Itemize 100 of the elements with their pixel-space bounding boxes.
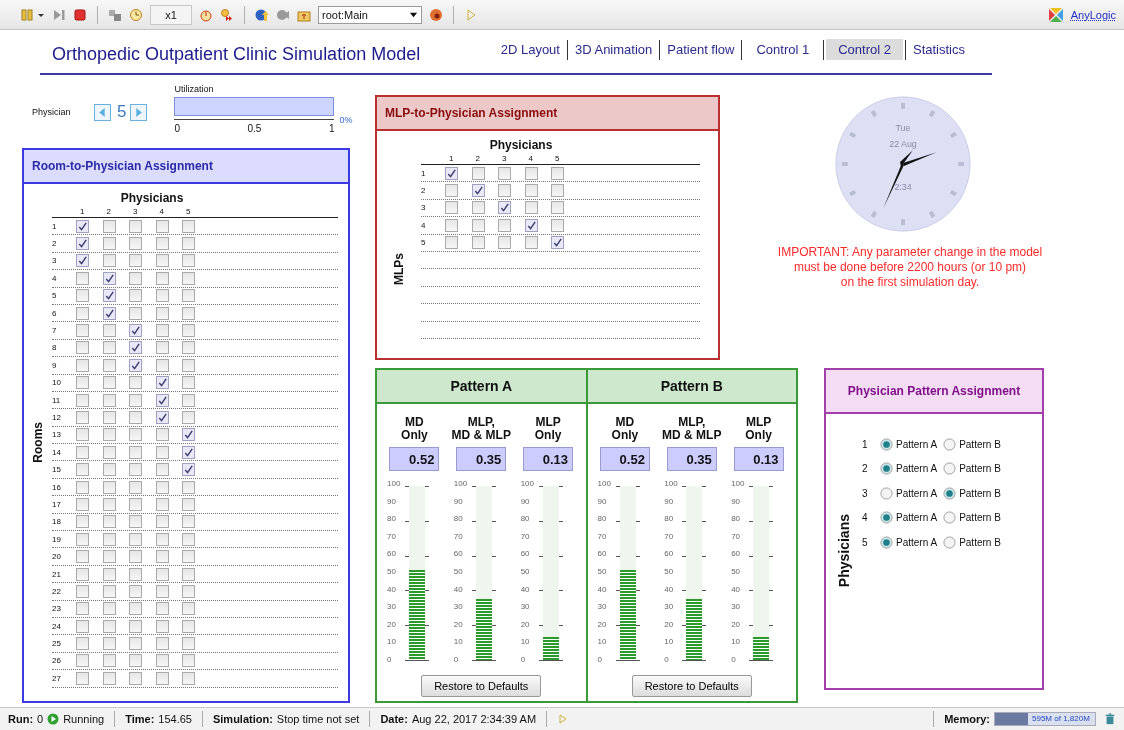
radio-button[interactable] [880, 462, 893, 476]
checkbox[interactable] [129, 637, 142, 651]
checkbox[interactable] [155, 619, 169, 633]
tab[interactable]: Control 1 [744, 39, 822, 60]
checkbox[interactable] [182, 219, 195, 233]
checkbox[interactable] [182, 341, 195, 355]
checkbox[interactable] [524, 201, 538, 215]
checkbox[interactable] [182, 584, 195, 598]
checkbox[interactable] [445, 166, 458, 180]
checkbox[interactable] [76, 550, 89, 564]
checkbox[interactable] [102, 671, 116, 685]
checkbox[interactable] [471, 236, 485, 250]
checkbox[interactable] [155, 219, 169, 233]
checkbox[interactable] [129, 219, 142, 233]
step-icon[interactable] [52, 7, 66, 22]
checkbox[interactable] [102, 254, 116, 268]
tab[interactable]: 3D Animation [569, 39, 658, 60]
checkbox[interactable] [102, 532, 116, 546]
checkbox[interactable] [76, 671, 89, 685]
checkbox[interactable] [155, 602, 169, 616]
checkbox[interactable] [155, 411, 169, 424]
checkbox[interactable] [129, 428, 142, 442]
checkbox[interactable] [129, 497, 142, 511]
checkbox[interactable] [76, 393, 89, 407]
checkbox[interactable] [102, 550, 116, 564]
checkbox[interactable] [76, 306, 89, 320]
checkbox[interactable] [551, 236, 564, 250]
tab[interactable]: Statistics [908, 39, 970, 60]
checkbox[interactable] [155, 341, 169, 355]
value-field[interactable]: 0.52 [599, 447, 650, 471]
checkbox[interactable] [182, 515, 195, 529]
checkbox[interactable] [445, 218, 458, 232]
checkbox[interactable] [155, 445, 169, 459]
checkbox[interactable] [524, 236, 538, 250]
stop-icon[interactable] [73, 7, 87, 22]
radio-button[interactable] [880, 511, 893, 525]
checkbox[interactable] [102, 237, 116, 251]
checkbox[interactable] [551, 201, 564, 215]
checkbox[interactable] [76, 358, 89, 372]
checkbox[interactable] [102, 445, 116, 459]
checkbox[interactable] [129, 532, 142, 546]
checkbox[interactable] [102, 411, 116, 424]
checkbox[interactable] [129, 306, 142, 320]
checkbox[interactable] [182, 619, 195, 633]
checkbox[interactable] [551, 166, 564, 180]
blocks-icon[interactable] [108, 7, 122, 22]
checkbox[interactable] [129, 376, 142, 390]
restore-defaults-button[interactable]: Restore to Defaults [421, 675, 542, 697]
checkbox[interactable] [76, 237, 89, 251]
checkbox[interactable] [102, 515, 116, 529]
checkbox[interactable] [551, 184, 564, 198]
checkbox[interactable] [76, 428, 89, 442]
checkbox[interactable] [155, 271, 169, 285]
checkbox[interactable] [182, 654, 195, 668]
value-field[interactable]: 0.35 [456, 447, 507, 471]
checkbox[interactable] [155, 654, 169, 668]
checkbox[interactable] [102, 376, 116, 390]
checkbox[interactable] [102, 428, 116, 442]
brand-link[interactable]: AnyLogic [1070, 8, 1116, 21]
play-icon[interactable] [464, 7, 478, 22]
option-label[interactable]: Pattern A [896, 487, 938, 499]
checkbox[interactable] [182, 428, 195, 442]
checkbox[interactable] [102, 567, 116, 581]
checkbox[interactable] [182, 324, 195, 338]
checkbox[interactable] [155, 428, 169, 442]
checkbox[interactable] [76, 341, 89, 355]
radio-button[interactable] [880, 437, 893, 451]
checkbox[interactable] [102, 602, 116, 616]
restore-defaults-button[interactable]: Restore to Defaults [631, 675, 752, 697]
checkbox[interactable] [182, 671, 195, 685]
checkbox[interactable] [498, 184, 511, 198]
checkbox[interactable] [182, 497, 195, 511]
checkbox[interactable] [129, 411, 142, 424]
checkbox[interactable] [182, 637, 195, 651]
tab[interactable]: 2D Layout [495, 39, 565, 60]
option-label[interactable]: Pattern B [959, 438, 1001, 450]
checkbox[interactable] [76, 602, 89, 616]
checkbox[interactable] [102, 219, 116, 233]
tab[interactable]: Control 2 [826, 39, 903, 60]
checkbox[interactable] [76, 654, 89, 668]
checkbox[interactable] [76, 463, 89, 477]
checkbox[interactable] [445, 236, 458, 250]
trash-icon[interactable] [1104, 713, 1116, 725]
checkbox[interactable] [76, 532, 89, 546]
option-label[interactable]: Pattern A [896, 536, 938, 548]
checkbox[interactable] [155, 550, 169, 564]
checkbox[interactable] [102, 654, 116, 668]
checkbox[interactable] [129, 550, 142, 564]
checkbox[interactable] [129, 619, 142, 633]
checkbox[interactable] [102, 480, 116, 494]
checkbox[interactable] [155, 324, 169, 338]
checkbox[interactable] [76, 480, 89, 494]
checkbox[interactable] [155, 306, 169, 320]
value-field[interactable]: 0.35 [666, 447, 717, 471]
checkbox[interactable] [155, 358, 169, 372]
checkbox[interactable] [498, 218, 511, 232]
checkbox[interactable] [471, 201, 485, 215]
checkbox[interactable] [102, 463, 116, 477]
checkbox[interactable] [76, 324, 89, 338]
option-label[interactable]: Pattern B [959, 463, 1001, 475]
